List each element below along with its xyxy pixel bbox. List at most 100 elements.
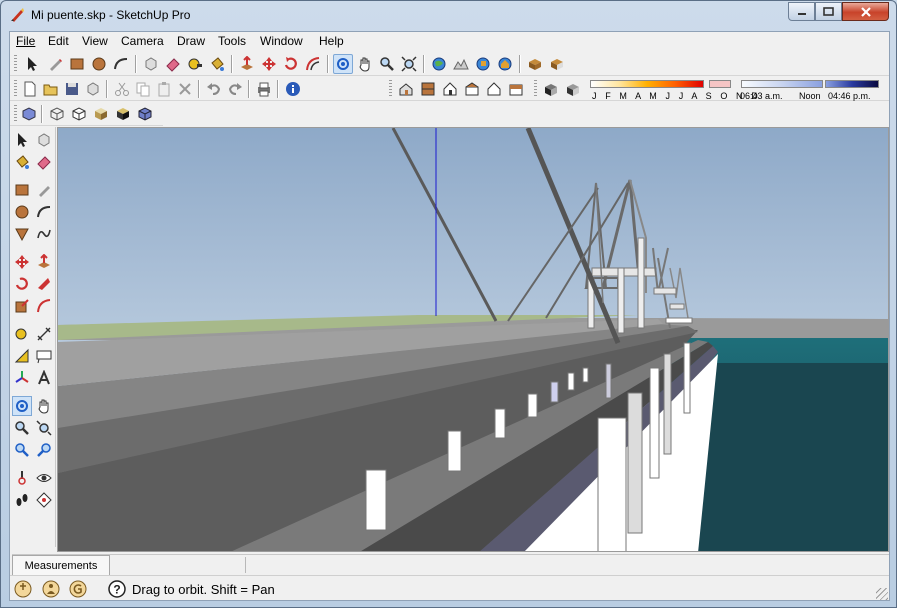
eraser-tool-button[interactable] (163, 54, 183, 74)
date-slider-tail[interactable] (709, 80, 731, 88)
menu-camera[interactable]: Camera (121, 34, 164, 48)
time-slider-end[interactable] (825, 80, 879, 88)
next-view-tool[interactable] (34, 440, 54, 460)
title-bar[interactable]: Mi puente.skp - SketchUp Pro (1, 1, 896, 31)
back-view-button[interactable] (484, 79, 504, 99)
text-tool[interactable] (34, 346, 54, 366)
wireframe-style-button[interactable] (47, 104, 67, 124)
credits-icon[interactable] (41, 579, 61, 599)
menu-window[interactable]: Window (260, 34, 303, 48)
print-button[interactable] (254, 79, 274, 99)
display-shadows-button[interactable] (563, 79, 583, 99)
scale-tool[interactable] (12, 296, 32, 316)
menu-draw[interactable]: Draw (177, 34, 205, 48)
toggle-terrain-button[interactable] (451, 54, 471, 74)
line-tool-button[interactable] (45, 54, 65, 74)
toolbar-grip[interactable] (534, 80, 537, 98)
section-plane-tool[interactable] (34, 490, 54, 510)
tape-measure-tool[interactable] (12, 324, 32, 344)
arc-tool[interactable] (34, 202, 54, 222)
right-view-button[interactable] (462, 79, 482, 99)
menu-tools[interactable]: Tools (218, 34, 246, 48)
place-model-button[interactable] (473, 54, 493, 74)
toolbar-grip[interactable] (14, 80, 17, 98)
menu-view[interactable]: View (82, 34, 108, 48)
xray-style-button[interactable] (19, 104, 39, 124)
select-tool-button[interactable] (22, 54, 42, 74)
time-slider[interactable] (741, 80, 823, 88)
help-icon[interactable]: ? (107, 579, 127, 599)
front-view-button[interactable] (440, 79, 460, 99)
walk-tool[interactable] (12, 490, 32, 510)
pan-tool[interactable] (34, 396, 54, 416)
copy-button[interactable] (133, 79, 153, 99)
cut-button[interactable] (112, 79, 132, 99)
axes-tool[interactable] (12, 368, 32, 388)
move-tool[interactable] (12, 252, 32, 272)
shadow-settings-button[interactable] (541, 79, 561, 99)
save-button[interactable] (62, 79, 82, 99)
look-around-tool[interactable] (34, 468, 54, 488)
previous-view-tool[interactable] (12, 440, 32, 460)
make-component-button[interactable] (141, 54, 161, 74)
open-file-button[interactable] (41, 79, 61, 99)
tape-measure-button[interactable] (185, 54, 205, 74)
resize-grip[interactable] (876, 588, 888, 600)
pan-tool-button[interactable] (355, 54, 375, 74)
geo-location-icon[interactable] (13, 579, 33, 599)
measurements-input[interactable] (112, 557, 246, 573)
toolbar-grip[interactable] (14, 55, 17, 73)
arc-tool-button[interactable] (111, 54, 131, 74)
model-info-button[interactable] (283, 79, 303, 99)
rectangle-tool[interactable] (12, 180, 32, 200)
undo-button[interactable] (204, 79, 224, 99)
position-camera-tool[interactable] (12, 468, 32, 488)
eraser-tool[interactable] (34, 152, 54, 172)
rectangle-tool-button[interactable] (67, 54, 87, 74)
move-tool-button[interactable] (259, 54, 279, 74)
google-signin-icon[interactable] (68, 579, 88, 599)
paint-bucket-tool[interactable] (12, 152, 32, 172)
menu-help[interactable]: Help (319, 34, 344, 48)
shaded-style-button[interactable] (91, 104, 111, 124)
freehand-tool[interactable] (34, 224, 54, 244)
share-component-button[interactable] (525, 54, 545, 74)
push-pull-button[interactable] (237, 54, 257, 74)
date-slider[interactable] (590, 80, 704, 88)
get-current-view-button[interactable] (429, 54, 449, 74)
make-component-tool[interactable] (34, 130, 54, 150)
rotate-tool-button[interactable] (281, 54, 301, 74)
follow-me-tool[interactable] (34, 274, 54, 294)
top-view-button[interactable] (418, 79, 438, 99)
orbit-tool[interactable] (12, 396, 32, 416)
paste-button[interactable] (154, 79, 174, 99)
erase-button[interactable] (175, 79, 195, 99)
iso-view-button[interactable] (396, 79, 416, 99)
menu-edit[interactable]: Edit (48, 34, 69, 48)
zoom-tool[interactable] (12, 418, 32, 438)
dimension-tool[interactable] (34, 324, 54, 344)
offset-tool[interactable] (34, 296, 54, 316)
protractor-tool[interactable] (12, 346, 32, 366)
circle-tool-button[interactable] (89, 54, 109, 74)
minimize-button[interactable] (788, 2, 815, 21)
offset-tool-button[interactable] (303, 54, 323, 74)
monochrome-style-button[interactable] (135, 104, 155, 124)
get-models-button[interactable] (495, 54, 515, 74)
push-pull-tool[interactable] (34, 252, 54, 272)
close-button[interactable] (842, 2, 889, 21)
new-file-button[interactable] (20, 79, 40, 99)
left-view-button[interactable] (506, 79, 526, 99)
rotate-tool[interactable] (12, 274, 32, 294)
hidden-line-style-button[interactable] (69, 104, 89, 124)
shaded-textures-style-button[interactable] (113, 104, 133, 124)
zoom-extents-button[interactable] (399, 54, 419, 74)
zoom-tool-button[interactable] (377, 54, 397, 74)
select-tool[interactable] (12, 130, 32, 150)
maximize-button[interactable] (815, 2, 842, 21)
line-tool[interactable] (34, 180, 54, 200)
toolbar-grip[interactable] (14, 105, 17, 123)
paint-bucket-button[interactable] (207, 54, 227, 74)
zoom-extents-tool[interactable] (34, 418, 54, 438)
redo-button[interactable] (225, 79, 245, 99)
